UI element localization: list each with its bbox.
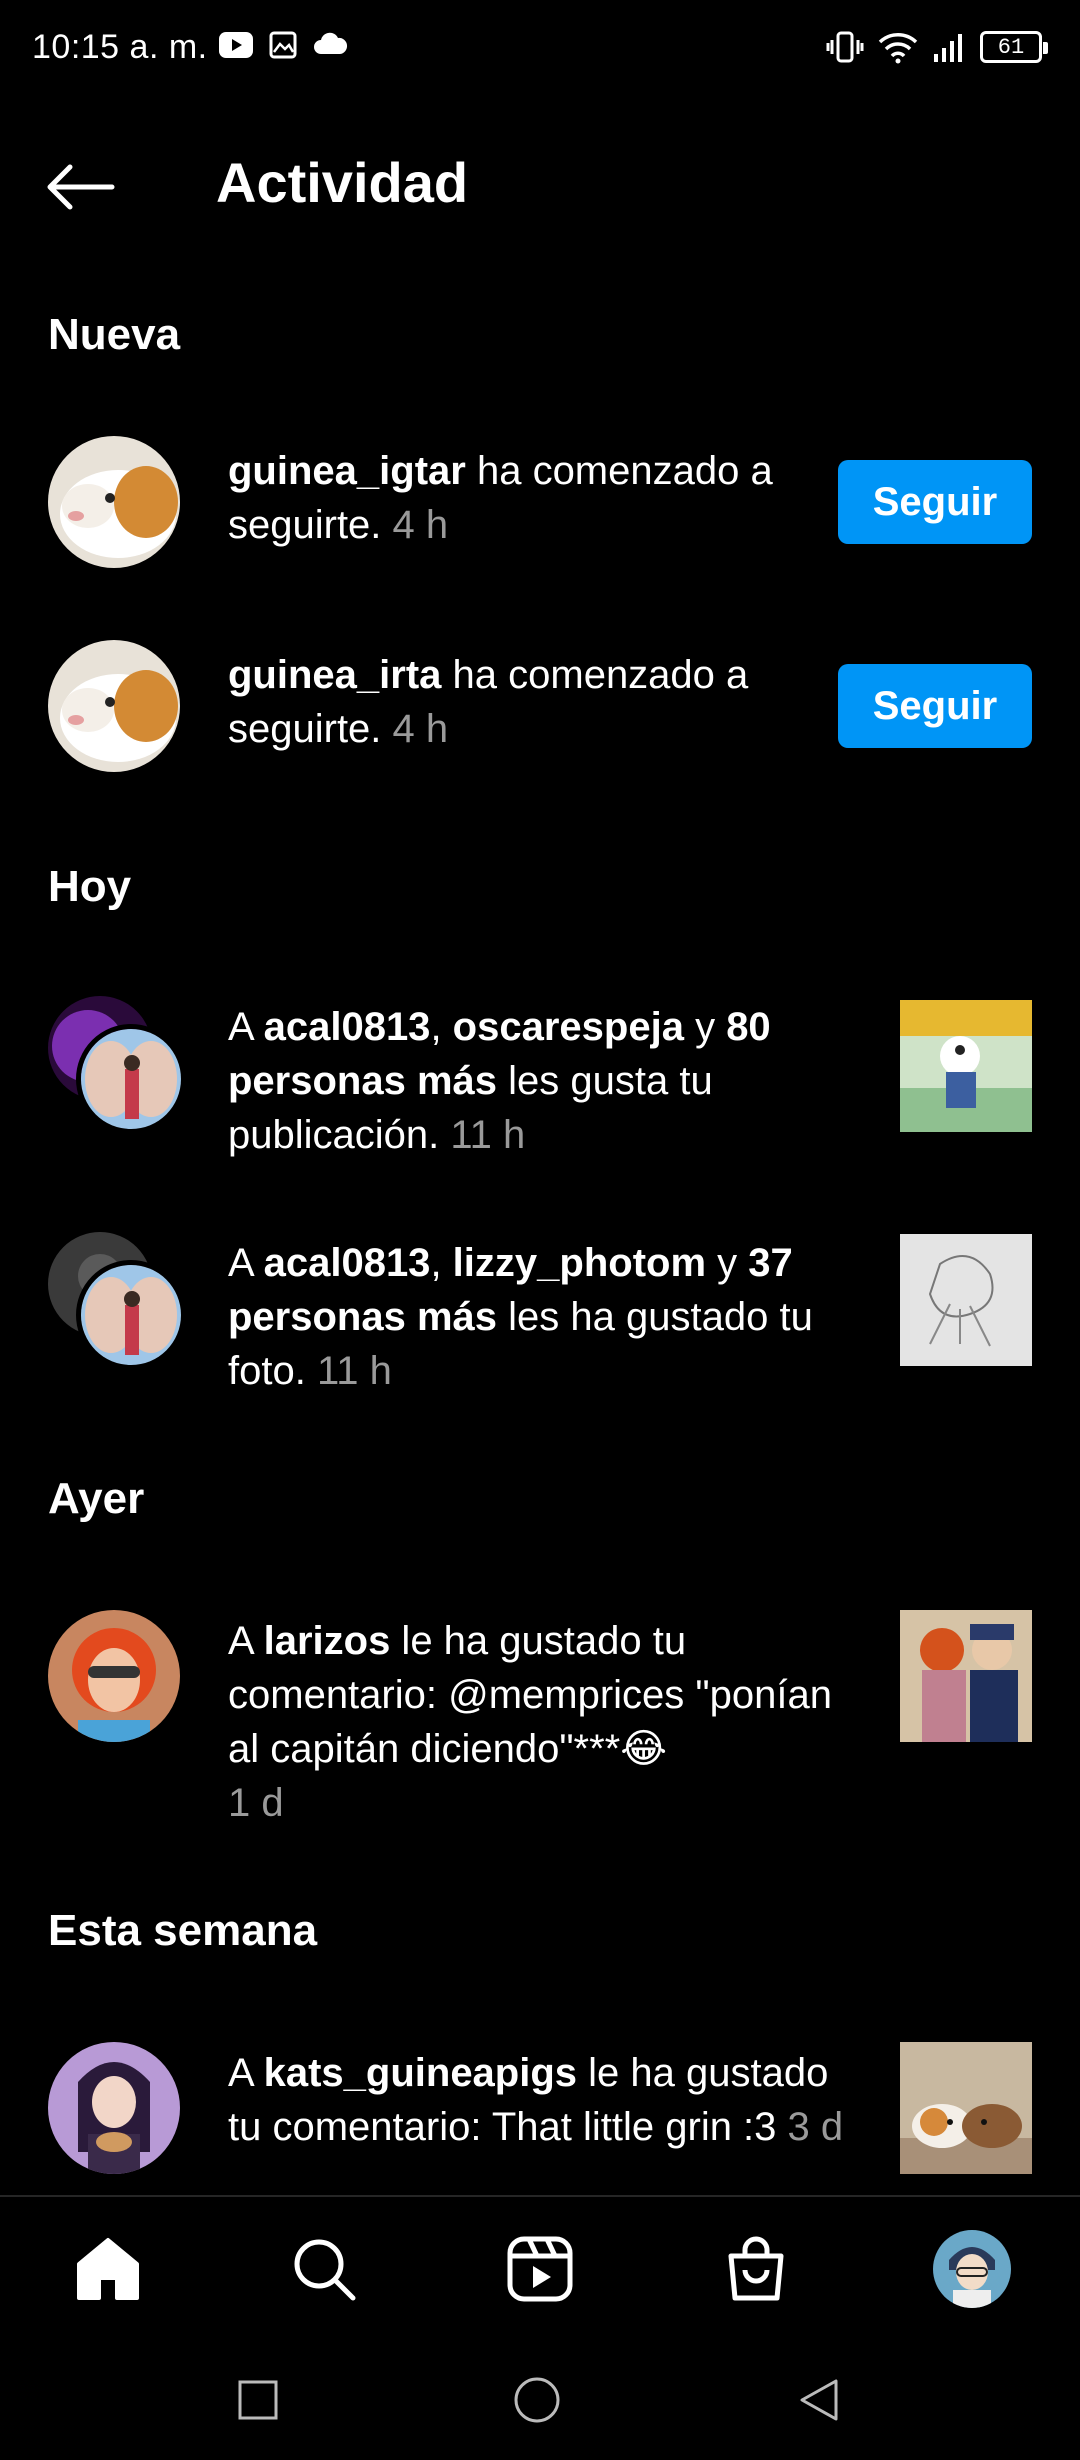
signal-icon [934,34,962,62]
avatar [76,1024,186,1134]
post-thumbnail[interactable] [900,1000,1032,1132]
notification-time: 11 h [316,1349,392,1393]
section-title-yesterday: Ayer [48,1474,145,1523]
system-nav-bar [0,2340,1080,2460]
back-arrow-icon [47,164,115,210]
avatar[interactable] [48,2042,180,2174]
youtube-icon [219,32,253,58]
avatar [76,1260,186,1370]
back-button[interactable] [44,152,124,222]
notification-text: guinea_igtar ha comenzado a seguirte. 4 … [228,444,848,552]
notification-row[interactable]: A acal0813, oscarespeja y 80 personas má… [0,996,1080,1166]
nav-shop[interactable] [696,2209,816,2329]
header: Actividad [0,130,1080,240]
notification-row[interactable]: A acal0813, lizzy_photom y 37 personas m… [0,1232,1080,1402]
notification-prefix: A [228,1005,264,1049]
vibrate-icon [826,31,864,63]
follow-button[interactable]: Seguir [838,460,1032,544]
avatar-stack[interactable] [48,1232,188,1372]
reels-icon [507,2236,573,2301]
conjunction: y [683,1005,727,1049]
conjunction: y [706,1241,749,1285]
username[interactable]: lizzy_photom [453,1241,706,1285]
section-title-this-week: Esta semana [48,1906,318,1955]
username[interactable]: guinea_igtar [228,449,466,493]
avatar[interactable] [48,1610,180,1742]
page-title: Actividad [216,151,469,214]
post-thumbnail[interactable] [900,1234,1032,1366]
notification-text: A acal0813, oscarespeja y 80 personas má… [228,1000,848,1162]
gallery-icon [269,31,297,59]
post-thumbnail[interactable] [900,2042,1032,2174]
status-system-icons: 61 [826,30,1048,64]
separator: , [430,1005,453,1049]
battery-icon: 61 [980,31,1048,63]
notification-prefix: A [228,2051,264,2095]
username[interactable]: acal0813 [264,1241,431,1285]
cloud-icon [314,32,348,54]
follow-button[interactable]: Seguir [838,664,1032,748]
notification-text: A kats_guineapigs le ha gustado tu comen… [228,2046,848,2154]
home-circle-icon[interactable] [512,2375,562,2425]
status-bar: 10:15 a. m. 61 [0,0,1080,100]
notification-row[interactable]: A kats_guineapigs le ha gustado tu comen… [0,2042,1080,2195]
notification-row[interactable]: guinea_irta ha comenzado a seguirte. 4 h… [0,636,1080,776]
username[interactable]: larizos [264,1619,391,1663]
status-notification-icons [218,30,348,60]
avatar[interactable] [48,640,180,772]
username[interactable]: oscarespeja [453,1005,684,1049]
notification-time: 11 h [450,1113,526,1157]
separator: , [430,1241,453,1285]
recent-apps-icon[interactable] [236,2378,280,2422]
notification-row[interactable]: guinea_igtar ha comenzado a seguirte. 4 … [0,432,1080,572]
section-title-today: Hoy [48,862,132,911]
bottom-nav [0,2195,1080,2340]
notification-time: 4 h [392,503,449,547]
home-icon [77,2237,139,2300]
username[interactable]: acal0813 [264,1005,431,1049]
nav-search[interactable] [264,2209,384,2329]
avatar-stack[interactable] [48,996,188,1136]
section-title-new: Nueva [48,310,181,359]
notification-prefix: A [228,1241,264,1285]
post-thumbnail[interactable] [900,1610,1032,1742]
nav-profile[interactable] [912,2209,1032,2329]
username[interactable]: guinea_irta [228,653,441,697]
app-root: 10:15 a. m. 61 Actividad Nueva guinea_ig… [0,0,1080,2460]
nav-reels[interactable] [480,2209,600,2329]
notification-text: A acal0813, lizzy_photom y 37 personas m… [228,1236,848,1398]
notification-row[interactable]: A larizos le ha gustado tu comentario: @… [0,1610,1080,1830]
wifi-icon [878,33,918,64]
notification-prefix: A [228,1619,264,1663]
notification-text: guinea_irta ha comenzado a seguirte. 4 h [228,648,848,756]
search-icon [294,2239,356,2300]
avatar[interactable] [48,436,180,568]
status-time: 10:15 a. m. [32,28,208,66]
notification-time: 4 h [392,707,449,751]
nav-home[interactable] [48,2209,168,2329]
notification-text: A larizos le ha gustado tu comentario: @… [228,1614,848,1830]
shop-icon [728,2236,784,2300]
back-triangle-icon[interactable] [794,2375,844,2425]
notification-time: 1 d [228,1781,284,1825]
username[interactable]: kats_guineapigs [264,2051,577,2095]
notification-time: 3 d [787,2105,844,2149]
profile-avatar [933,2229,1011,2308]
